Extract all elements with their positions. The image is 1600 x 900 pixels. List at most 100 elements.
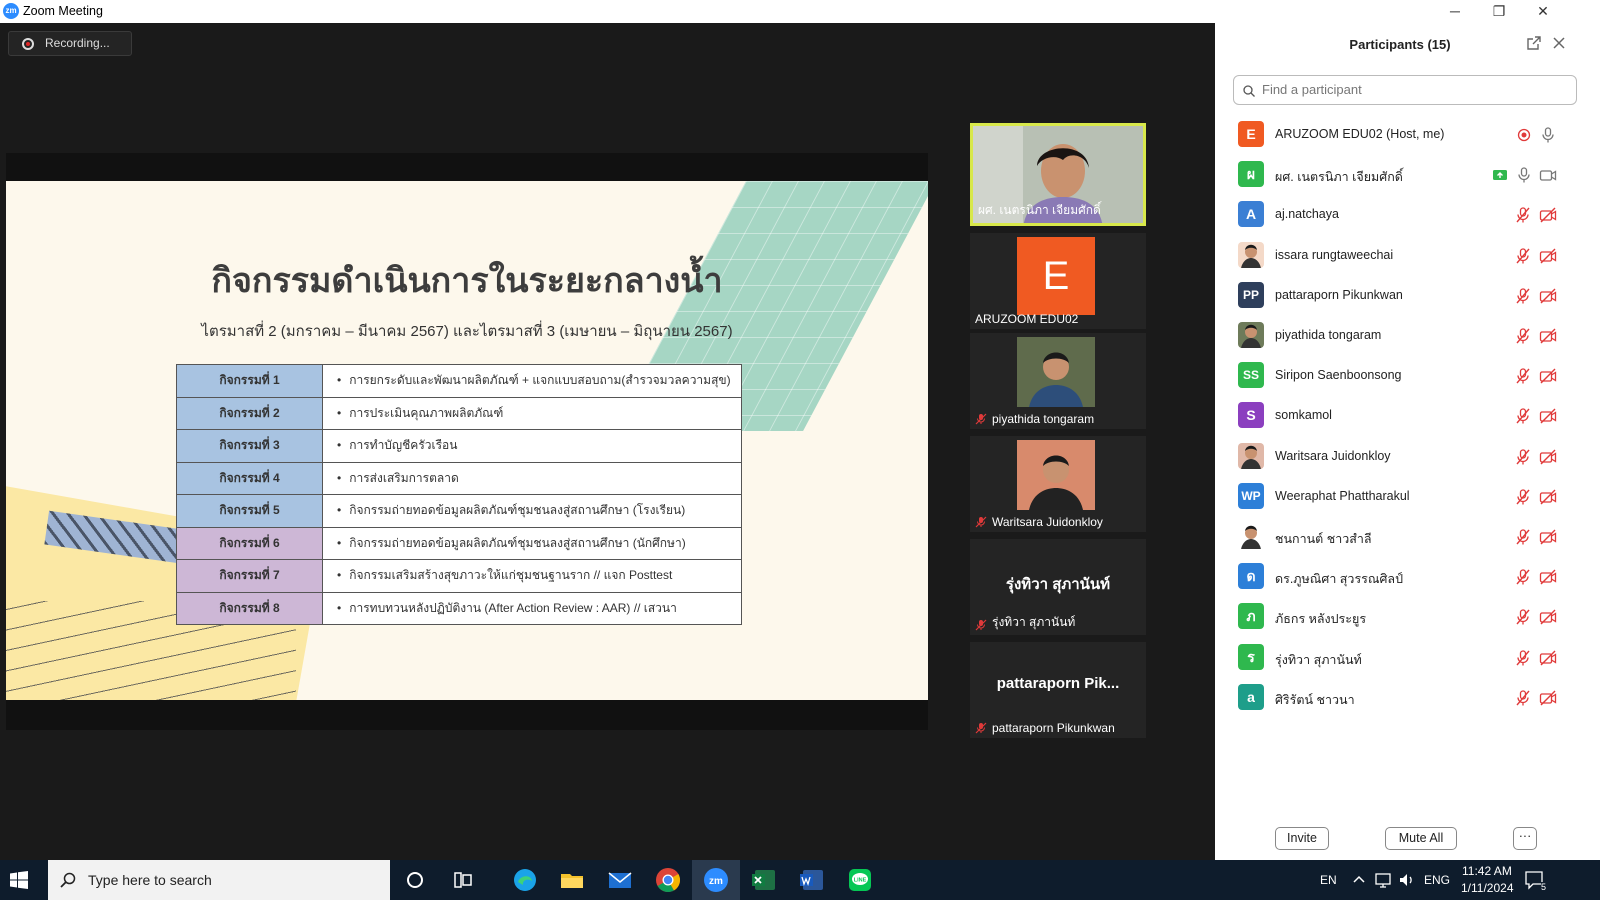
participant-name: Siripon Saenboonsong [1275, 368, 1402, 383]
video-off-icon[interactable] [1539, 448, 1557, 466]
zoom-logo-icon: zm [3, 3, 19, 19]
video-off-icon[interactable] [1539, 608, 1557, 626]
muted-mic-icon[interactable] [1514, 528, 1532, 546]
chrome-icon[interactable] [653, 865, 683, 895]
participant-search-input[interactable]: Find a participant [1233, 75, 1577, 105]
video-icon[interactable] [1539, 166, 1557, 184]
file-explorer-icon[interactable] [557, 865, 587, 895]
avatar: ร [1238, 643, 1264, 670]
avatar: ด [1238, 563, 1264, 590]
mic-icon[interactable] [1539, 126, 1557, 144]
muted-mic-icon [975, 722, 987, 734]
zoom-app-icon[interactable]: zm [701, 865, 731, 895]
video-off-icon[interactable] [1539, 287, 1557, 305]
video-tile[interactable]: Waritsara Juidonkloy [970, 436, 1146, 532]
activity-description: กิจกรรมถ่ายทอดข้อมูลผลิตภัณฑ์ชุมชนลงสู่ส… [322, 494, 742, 528]
edge-icon[interactable] [510, 865, 540, 895]
muted-mic-icon[interactable] [1514, 247, 1532, 265]
participant-row[interactable]: WP Weeraphat Phattharakul [1235, 477, 1595, 517]
video-tile[interactable]: E ARUZOOM EDU02 [970, 233, 1146, 329]
video-off-icon[interactable] [1539, 649, 1557, 667]
close-window-button[interactable]: ✕ [1520, 0, 1566, 23]
video-off-icon[interactable] [1539, 689, 1557, 707]
participant-name: ARUZOOM EDU02 (Host, me) [1275, 127, 1445, 141]
participant-row[interactable]: Waritsara Juidonkloy [1235, 437, 1595, 477]
recording-indicator[interactable]: Recording... [8, 31, 132, 56]
tile-name-label: รุ่งทิวา สุภานันท์ [992, 615, 1076, 629]
avatar: SS [1238, 362, 1264, 389]
participant-row[interactable]: ชนกานต์ ชาวสำลี [1235, 517, 1595, 557]
windows-start-icon[interactable] [10, 871, 28, 889]
participant-row[interactable]: a ศิริรัตน์ ชาวนา [1235, 678, 1595, 718]
participant-row[interactable]: ร รุ่งทิวา สุภานันท์ [1235, 638, 1595, 678]
taskbar-search-box[interactable]: Type here to search [48, 860, 390, 900]
video-tile[interactable]: piyathida tongaram [970, 333, 1146, 429]
muted-mic-icon[interactable] [1514, 367, 1532, 385]
clock-date[interactable]: 1/11/2024 [1461, 881, 1514, 895]
participant-row[interactable]: SS Siripon Saenboonsong [1235, 356, 1595, 396]
video-tile[interactable]: รุ่งทิวา สุภานันท์ รุ่งทิวา สุภานันท์ [970, 539, 1146, 635]
video-tile[interactable]: ผศ. เนตรนิภา เจียมศักดิ์ [970, 123, 1146, 226]
task-view-icon[interactable] [448, 865, 478, 895]
more-options-button[interactable]: ··· [1513, 827, 1537, 850]
network-icon[interactable] [1374, 870, 1394, 890]
participant-row[interactable]: Ssomkamol [1235, 396, 1595, 436]
mail-icon[interactable] [605, 865, 635, 895]
cortana-icon[interactable] [400, 865, 430, 895]
participant-row[interactable]: ภ ภัธกร หลังประยูร [1235, 597, 1595, 637]
participant-row[interactable]: ผ ผศ. เนตรนิภา เจียมศักดิ์ [1235, 155, 1595, 195]
video-off-icon[interactable] [1539, 367, 1557, 385]
line-app-icon[interactable]: LINE [845, 865, 875, 895]
restore-button[interactable]: ❐ [1476, 0, 1522, 23]
activity-label: กิจกรรมที่ 1 [176, 364, 323, 398]
word-icon[interactable] [797, 865, 827, 895]
muted-mic-icon[interactable] [1514, 568, 1532, 586]
mute-all-button[interactable]: Mute All [1385, 827, 1457, 850]
participant-row[interactable]: E ARUZOOM EDU02 (Host, me) [1235, 115, 1595, 155]
close-panel-icon[interactable] [1551, 36, 1567, 52]
avatar: a [1238, 683, 1264, 710]
muted-mic-icon[interactable] [1514, 407, 1532, 425]
invite-button[interactable]: Invite [1275, 827, 1329, 850]
video-off-icon[interactable] [1539, 528, 1557, 546]
activity-label: กิจกรรมที่ 7 [176, 559, 323, 593]
participant-row[interactable]: ด ดร.ภูษณิศา สุวรรณศิลป์ [1235, 557, 1595, 597]
pop-out-icon[interactable] [1526, 36, 1542, 52]
participant-row[interactable]: piyathida tongaram [1235, 316, 1595, 356]
clock-time[interactable]: 11:42 AM [1462, 864, 1512, 878]
video-off-icon[interactable] [1539, 247, 1557, 265]
participant-name: ผศ. เนตรนิภา เจียมศักดิ์ [1275, 170, 1403, 185]
muted-mic-icon[interactable] [1514, 488, 1532, 506]
tile-name-label: ARUZOOM EDU02 [975, 312, 1079, 326]
participant-row[interactable]: Aaj.natchaya [1235, 195, 1595, 235]
participant-row[interactable]: issara rungtaweechai [1235, 236, 1595, 276]
muted-mic-icon[interactable] [1514, 649, 1532, 667]
video-off-icon[interactable] [1539, 568, 1557, 586]
video-off-icon[interactable] [1539, 327, 1557, 345]
video-off-icon[interactable] [1539, 206, 1557, 224]
video-tile[interactable]: pattaraporn Pik... pattaraporn Pikunkwan [970, 642, 1146, 738]
activity-row: กิจกรรมที่ 1การยกระดับและพัฒนาผลิตภัณฑ์ … [176, 364, 742, 398]
activity-row: กิจกรรมที่ 8การทบทวนหลังปฏิบัติงาน (Afte… [176, 591, 742, 625]
muted-mic-icon[interactable] [1514, 287, 1532, 305]
chevron-up-icon[interactable] [1350, 870, 1368, 888]
avatar: S [1238, 402, 1264, 429]
volume-icon[interactable] [1397, 870, 1417, 890]
avatar: E [1017, 237, 1095, 315]
language-indicator[interactable]: EN [1320, 873, 1337, 887]
activity-description: กิจกรรมถ่ายทอดข้อมูลผลิตภัณฑ์ชุมชนลงสู่ส… [322, 526, 742, 560]
avatar [1238, 523, 1264, 549]
ime-indicator[interactable]: ENG [1424, 873, 1450, 887]
activity-table: กิจกรรมที่ 1การยกระดับและพัฒนาผลิตภัณฑ์ … [176, 364, 742, 625]
video-off-icon[interactable] [1539, 407, 1557, 425]
minimize-button[interactable]: ─ [1432, 0, 1478, 23]
muted-mic-icon[interactable] [1514, 608, 1532, 626]
muted-mic-icon[interactable] [1514, 448, 1532, 466]
muted-mic-icon[interactable] [1514, 327, 1532, 345]
muted-mic-icon[interactable] [1514, 689, 1532, 707]
mic-icon[interactable] [1515, 166, 1533, 184]
muted-mic-icon[interactable] [1514, 206, 1532, 224]
excel-icon[interactable] [749, 865, 779, 895]
participant-row[interactable]: PP pattaraporn Pikunkwan [1235, 276, 1595, 316]
video-off-icon[interactable] [1539, 488, 1557, 506]
